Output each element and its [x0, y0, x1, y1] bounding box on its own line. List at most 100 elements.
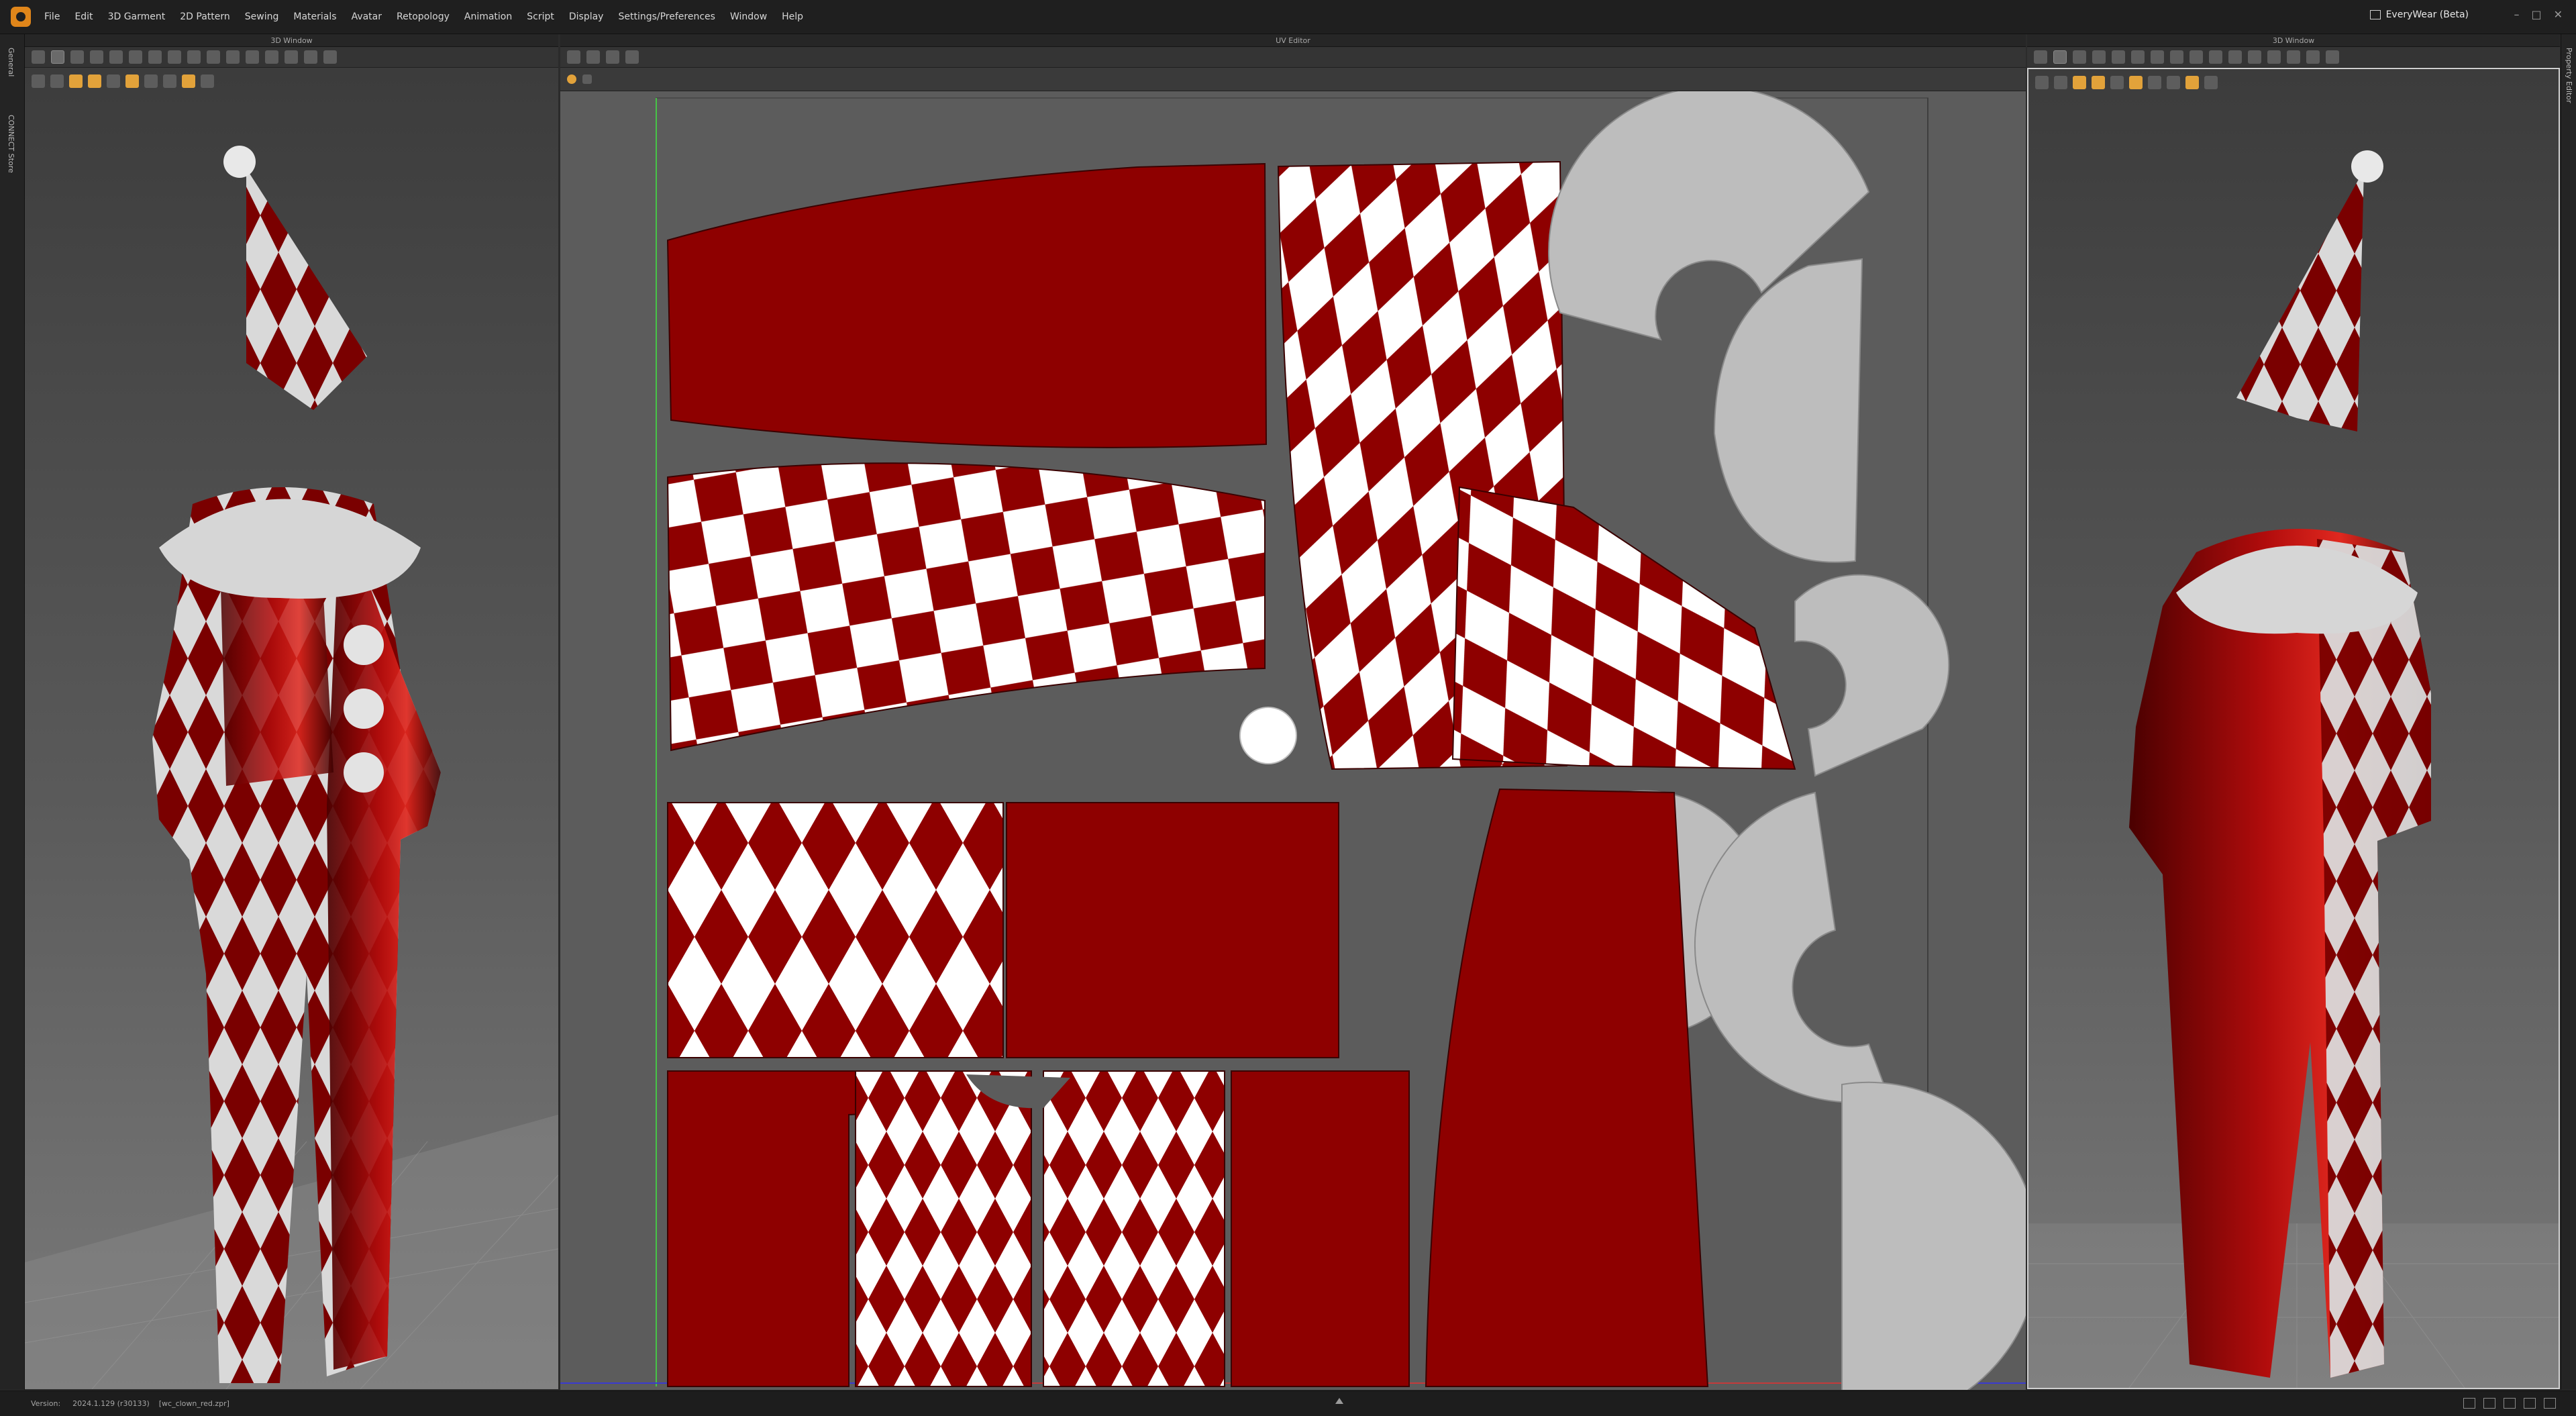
select-tool-icon[interactable]: [51, 50, 64, 64]
layout-split-icon[interactable]: [2483, 1398, 2495, 1409]
menu-bar: File Edit 3D Garment 2D Pattern Sewing M…: [0, 0, 2576, 34]
uv-editor: UV Editor: [560, 34, 2026, 1390]
left-3d-toolbar-1: [25, 47, 558, 68]
menu-materials[interactable]: Materials: [293, 11, 336, 22]
menu-display[interactable]: Display: [569, 11, 604, 22]
transform-tool-icon[interactable]: [2073, 50, 2086, 64]
layout-switcher: [2463, 1398, 2556, 1409]
puckering-tool-icon[interactable]: [323, 50, 337, 64]
right-3d-scene: [2028, 150, 2559, 1388]
tack-tool-icon[interactable]: [148, 50, 162, 64]
zipper-tool-icon[interactable]: [2287, 50, 2300, 64]
minimize-icon[interactable]: –: [2514, 8, 2519, 21]
layout-triple-icon[interactable]: [2504, 1398, 2516, 1409]
edit-tool-icon[interactable]: [2248, 50, 2261, 64]
uv-layout: [560, 91, 2026, 1390]
select-tool-icon[interactable]: [2053, 50, 2067, 64]
uv-toolbar: [560, 47, 2026, 68]
fold-tool-icon[interactable]: [90, 50, 103, 64]
seam-tool-icon[interactable]: [2228, 50, 2242, 64]
uv-display-toolbar: [560, 68, 2026, 91]
app-logo-icon[interactable]: [11, 7, 31, 27]
tab-connect-store[interactable]: CONNECT Store: [7, 115, 15, 173]
clown-hat: [223, 146, 367, 410]
zipper-tool-icon[interactable]: [285, 50, 298, 64]
tack-tool-icon[interactable]: [2151, 50, 2164, 64]
uv-piece-pant-left-inner: [855, 1070, 1032, 1387]
pin-tool-icon[interactable]: [2112, 50, 2125, 64]
tab-property-editor[interactable]: Property Editor: [2565, 48, 2573, 103]
uv-select-tool-icon[interactable]: [567, 50, 580, 64]
layout-custom-icon[interactable]: [2544, 1398, 2556, 1409]
right-3d-window: 3D Window: [2027, 34, 2560, 1389]
tab-general[interactable]: General: [7, 48, 15, 77]
uv-editor-title: UV Editor: [560, 34, 2026, 47]
button-tool-icon[interactable]: [168, 50, 181, 64]
version-label: Version:: [31, 1399, 61, 1408]
uv-piece-pant-right-outer: [1231, 1070, 1410, 1387]
layout-quad-icon[interactable]: [2524, 1398, 2536, 1409]
menu-avatar[interactable]: Avatar: [352, 11, 382, 22]
file-name: [wc_clown_red.zpr]: [158, 1399, 229, 1408]
menu-help[interactable]: Help: [782, 11, 803, 22]
menu-window[interactable]: Window: [730, 11, 767, 22]
workspace-icon: [2369, 10, 2381, 19]
window-controls: – □ ✕: [2514, 8, 2563, 21]
workspace-selector[interactable]: EveryWear (Beta): [2369, 9, 2469, 20]
trim-tool-icon[interactable]: [265, 50, 278, 64]
fold-tool-icon[interactable]: [2092, 50, 2106, 64]
right-dock-strip: Property Editor: [2561, 34, 2576, 1390]
maximize-icon[interactable]: □: [2531, 8, 2541, 21]
strap-tool-icon[interactable]: [2306, 50, 2320, 64]
left-3d-viewport[interactable]: [25, 68, 558, 1389]
arrange-tool-icon[interactable]: [129, 50, 142, 64]
menu-sewing[interactable]: Sewing: [245, 11, 279, 22]
edit-tool-icon[interactable]: [246, 50, 259, 64]
uv-grid-display-icon[interactable]: [582, 74, 592, 84]
menu-3d-garment[interactable]: 3D Garment: [108, 11, 166, 22]
sew-tool-icon[interactable]: [2209, 50, 2222, 64]
menu-script[interactable]: Script: [527, 11, 554, 22]
uv-piece-sleeve-bottom: [666, 462, 1266, 752]
trim-tool-icon[interactable]: [2267, 50, 2281, 64]
strap-tool-icon[interactable]: [304, 50, 317, 64]
right-3d-window-title: 3D Window: [2027, 34, 2560, 47]
menu-edit[interactable]: Edit: [74, 11, 93, 22]
left-3d-window-title: 3D Window: [25, 34, 558, 47]
move-tool-icon[interactable]: [2034, 50, 2047, 64]
layout-single-icon[interactable]: [2463, 1398, 2475, 1409]
left-dock-strip: General CONNECT Store: [0, 34, 25, 1390]
seam-tool-icon[interactable]: [226, 50, 240, 64]
uv-piece-sleeve-top: [666, 162, 1268, 448]
menu-animation[interactable]: Animation: [464, 11, 512, 22]
menu-file[interactable]: File: [44, 11, 60, 22]
expand-panel-icon[interactable]: [1335, 1398, 1343, 1404]
uv-texture-display-icon[interactable]: [567, 74, 576, 84]
left-3d-scene: [25, 146, 558, 1389]
arrange-tool-icon[interactable]: [2131, 50, 2145, 64]
sew-tool-icon[interactable]: [207, 50, 220, 64]
uv-pack-tool-icon[interactable]: [606, 50, 619, 64]
right-3d-viewport[interactable]: [2027, 68, 2560, 1389]
uv-piece-back-upper: [667, 802, 1004, 1058]
menu-retopology[interactable]: Retopology: [397, 11, 450, 22]
clown-hat: [2236, 150, 2383, 432]
puckering-tool-icon[interactable]: [2326, 50, 2339, 64]
status-bar: Version: 2024.1.129 (r30133) [wc_clown_r…: [0, 1390, 2576, 1416]
uv-piece-button: [1239, 707, 1297, 764]
uv-canvas[interactable]: [560, 91, 2026, 1390]
right-3d-toolbar-1: [2027, 47, 2560, 68]
pin-tool-icon[interactable]: [109, 50, 123, 64]
uv-transform-tool-icon[interactable]: [586, 50, 600, 64]
close-icon[interactable]: ✕: [2554, 8, 2563, 21]
transform-tool-icon[interactable]: [70, 50, 84, 64]
uv-piece-pant-right-inner: [1043, 1070, 1225, 1387]
measure-tool-icon[interactable]: [2189, 50, 2203, 64]
move-tool-icon[interactable]: [32, 50, 45, 64]
uv-arrange-tool-icon[interactable]: [625, 50, 639, 64]
menu-2d-pattern[interactable]: 2D Pattern: [180, 11, 230, 22]
menu-settings[interactable]: Settings/Preferences: [618, 11, 715, 22]
measure-tool-icon[interactable]: [187, 50, 201, 64]
workspace-label: EveryWear (Beta): [2385, 9, 2469, 20]
button-tool-icon[interactable]: [2170, 50, 2183, 64]
